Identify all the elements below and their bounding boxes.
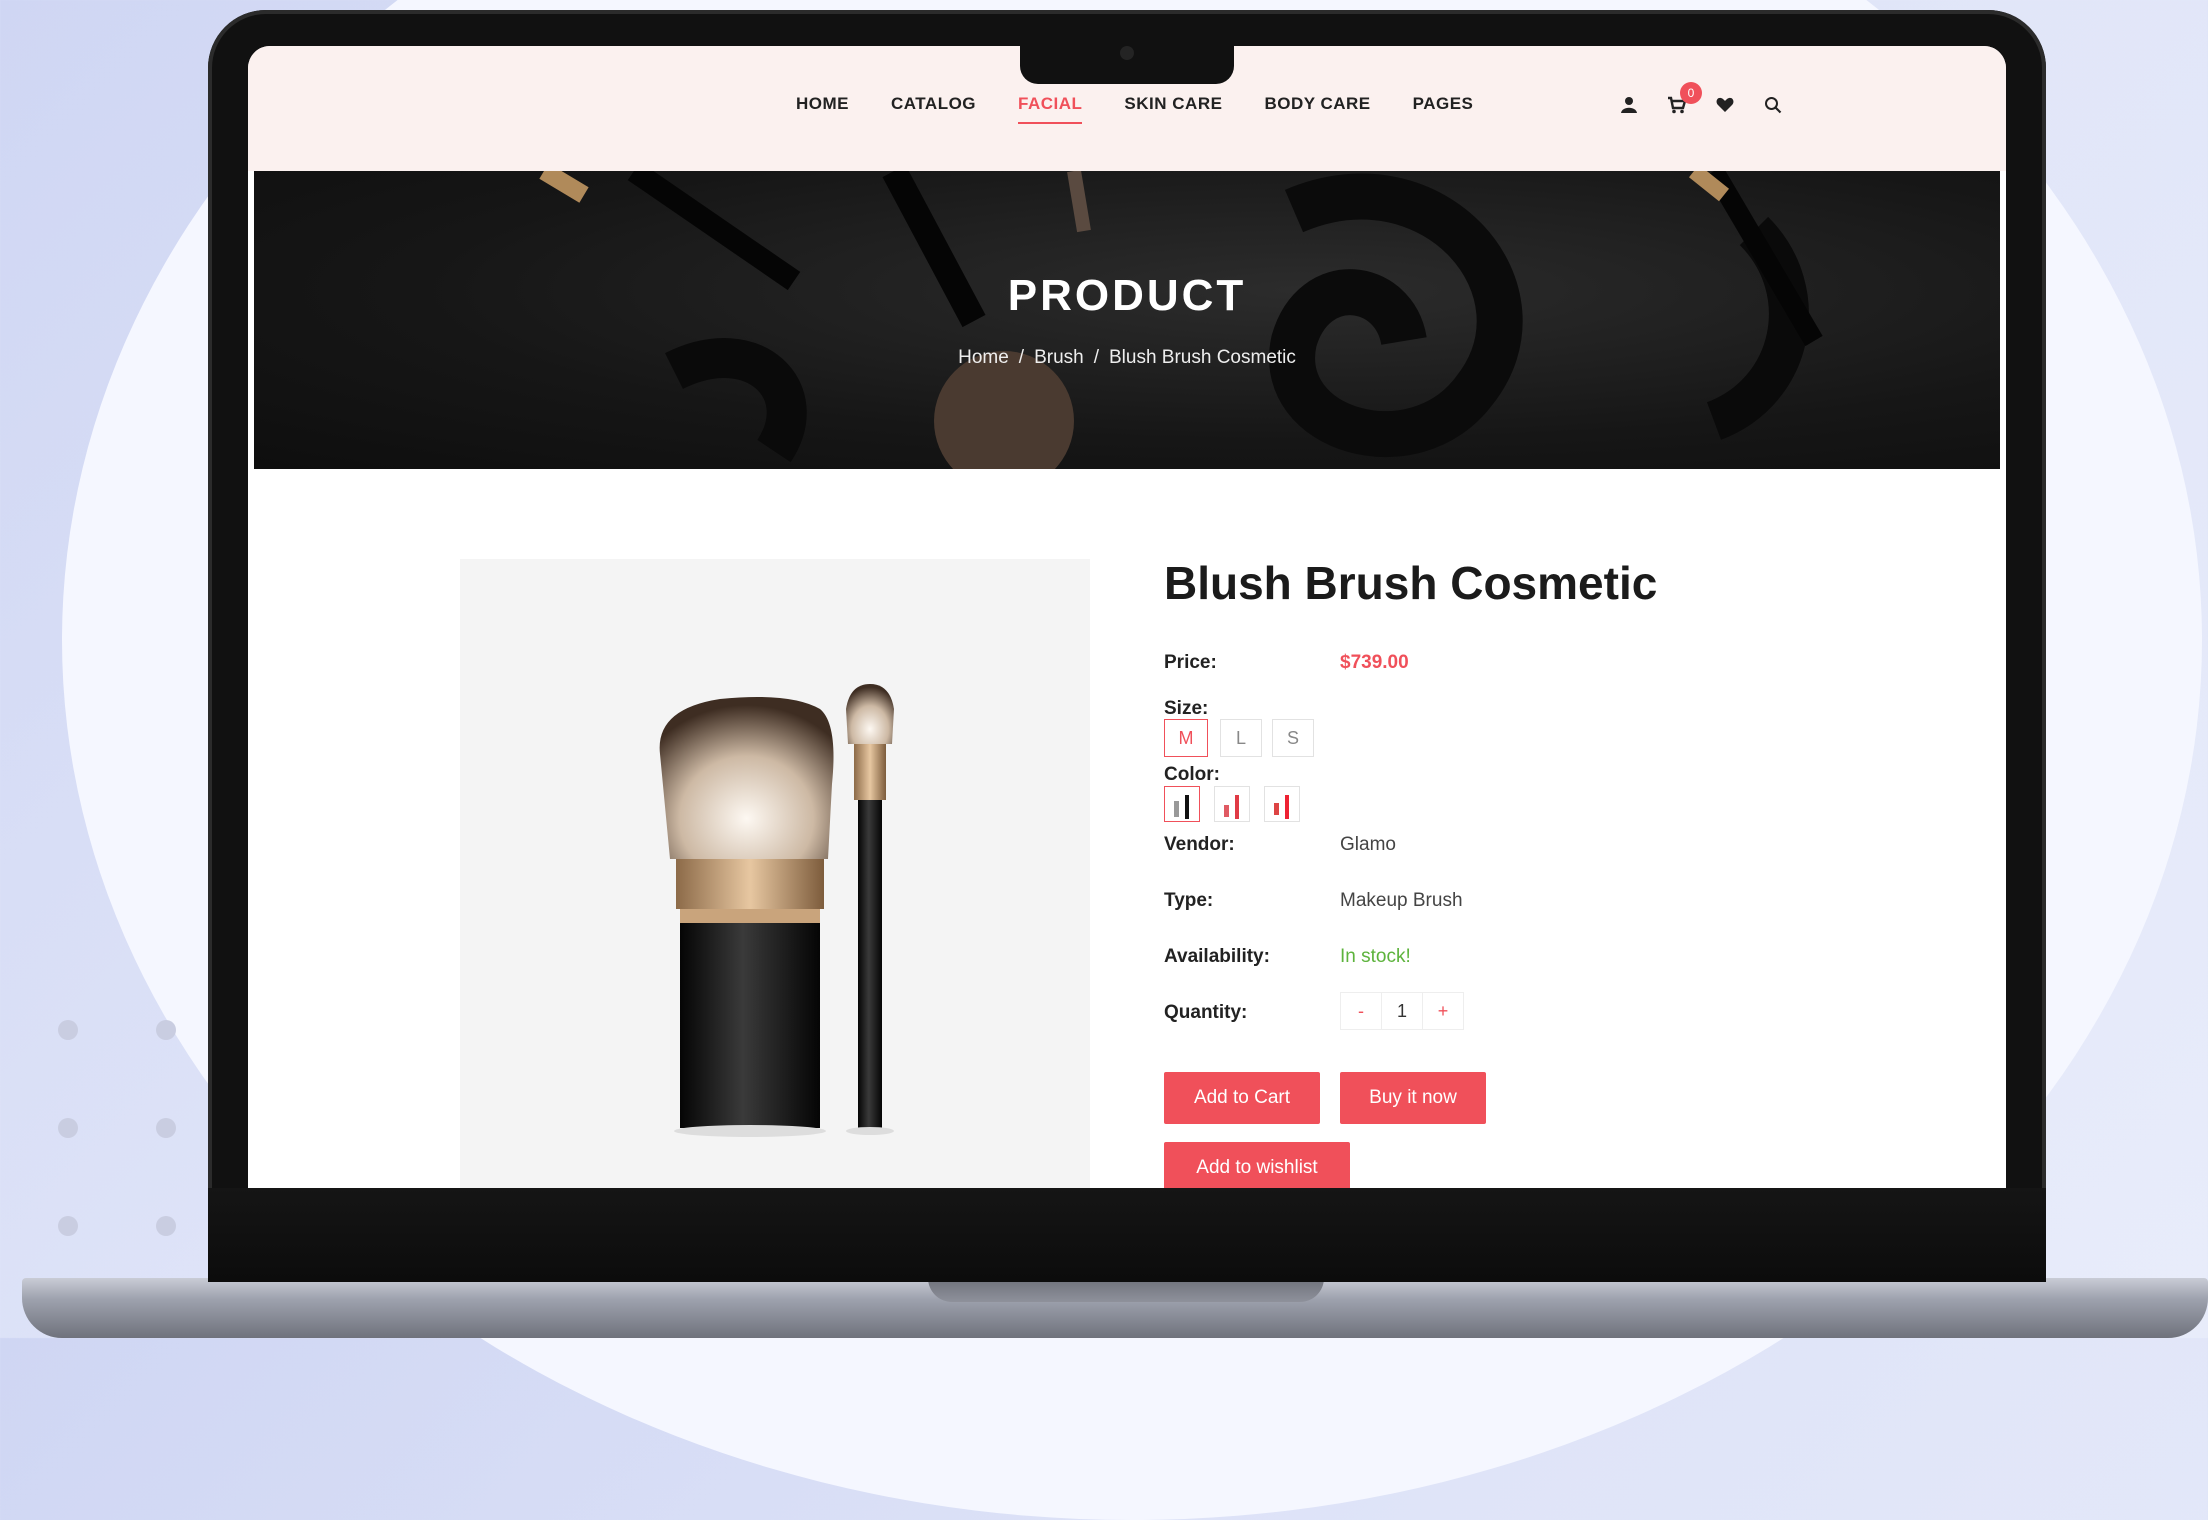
breadcrumb-home[interactable]: Home [958, 347, 1009, 368]
availability-label: Availability: [1164, 946, 1270, 967]
color-swatch-red[interactable] [1264, 786, 1300, 822]
vendor-label: Vendor: [1164, 834, 1235, 855]
laptop-bezel-bottom [208, 1188, 2046, 1282]
breadcrumb-brush[interactable]: Brush [1034, 347, 1084, 368]
type-value: Makeup Brush [1340, 890, 1463, 911]
page-title: PRODUCT [1007, 271, 1247, 320]
main-nav: HOME CATALOG FACIAL SKIN CARE BODY CARE … [796, 94, 1515, 124]
nav-item-body-care[interactable]: BODY CARE [1264, 94, 1370, 122]
product-title: Blush Brush Cosmetic [1164, 557, 1658, 609]
page-banner: PRODUCT Home / Brush / Blush Brush Cosmetic [254, 171, 2000, 469]
nav-item-catalog[interactable]: CATALOG [891, 94, 976, 122]
quantity-label: Quantity: [1164, 1002, 1248, 1023]
camera-icon [1120, 46, 1134, 60]
color-swatch-black[interactable] [1164, 786, 1200, 822]
availability-value: In stock! [1340, 946, 1411, 967]
nav-item-home[interactable]: HOME [796, 94, 849, 122]
screen: HOME CATALOG FACIAL SKIN CARE BODY CARE … [248, 46, 2006, 1188]
nav-item-skin-care[interactable]: SKIN CARE [1124, 94, 1222, 122]
add-to-cart-button[interactable]: Add to Cart [1164, 1072, 1320, 1124]
quantity-increase-button[interactable]: + [1422, 992, 1464, 1030]
search-icon[interactable] [1762, 94, 1784, 116]
price-label: Price: [1164, 652, 1217, 673]
product-image[interactable] [460, 559, 1090, 1188]
price-value: $739.00 [1340, 652, 1409, 673]
size-label: Size: [1164, 698, 1209, 719]
user-icon[interactable] [1618, 94, 1640, 116]
cart-icon[interactable]: 0 [1666, 82, 1702, 116]
breadcrumb-separator: / [1018, 347, 1025, 368]
color-swatch-pink[interactable] [1214, 786, 1250, 822]
cart-count-badge: 0 [1680, 82, 1702, 104]
type-label: Type: [1164, 890, 1214, 911]
quantity-input[interactable]: 1 [1382, 992, 1422, 1030]
vendor-value: Glamo [1340, 834, 1396, 855]
quantity-decrease-button[interactable]: - [1340, 992, 1382, 1030]
breadcrumb-separator: / [1093, 347, 1099, 368]
header-icons: 0 [1618, 82, 1810, 116]
buy-now-button[interactable]: Buy it now [1340, 1072, 1486, 1124]
heart-icon[interactable] [1714, 94, 1736, 116]
add-to-wishlist-button[interactable]: Add to wishlist [1164, 1142, 1350, 1188]
size-option-m[interactable]: M [1164, 719, 1208, 757]
nav-item-facial[interactable]: FACIAL [1018, 94, 1083, 124]
breadcrumb: Home / Brush / Blush Brush Cosmetic [254, 347, 2000, 369]
size-option-s[interactable]: S [1272, 719, 1314, 757]
size-option-l[interactable]: L [1220, 719, 1262, 757]
nav-item-pages[interactable]: PAGES [1413, 94, 1474, 122]
breadcrumb-current: Blush Brush Cosmetic [1108, 347, 1296, 368]
quantity-stepper: - 1 + [1340, 992, 1464, 1030]
color-label: Color: [1164, 764, 1220, 785]
